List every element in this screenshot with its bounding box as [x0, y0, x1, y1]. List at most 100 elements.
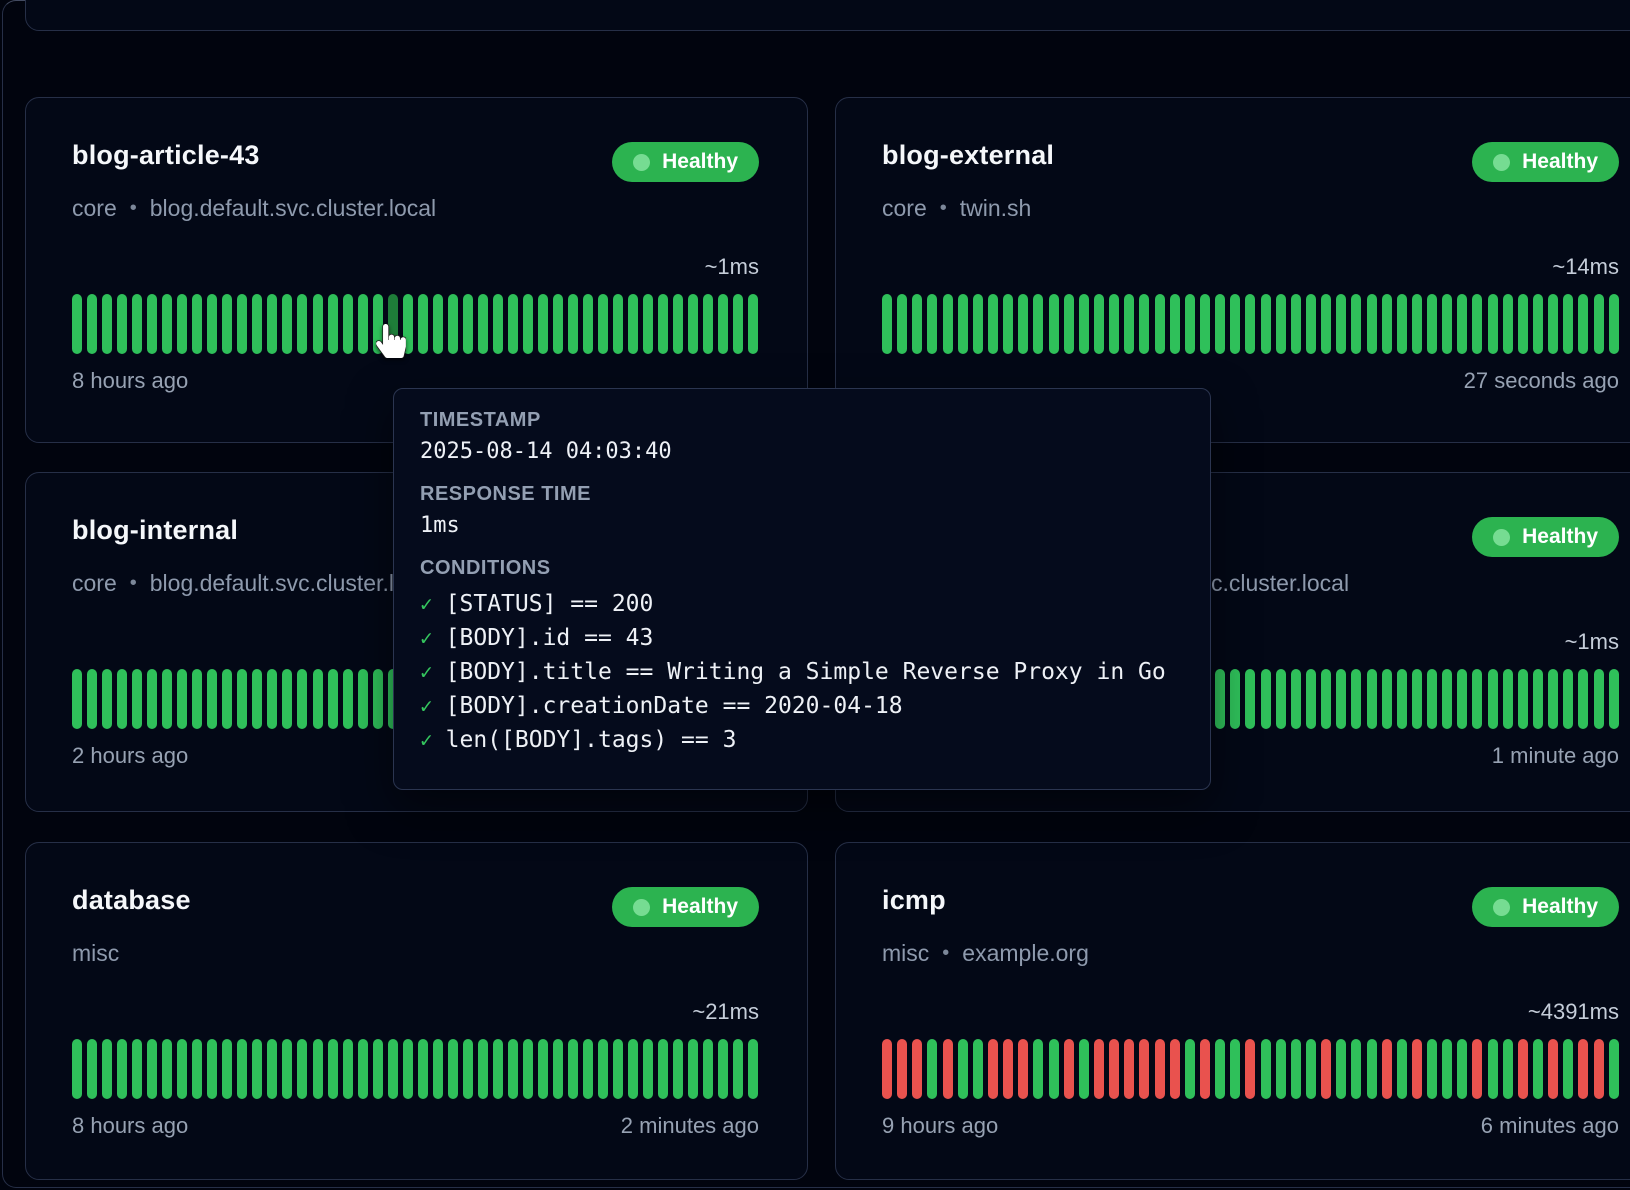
status-bar[interactable]	[927, 294, 937, 354]
status-bar[interactable]	[1261, 294, 1271, 354]
status-bar[interactable]	[177, 294, 187, 354]
status-bar[interactable]	[613, 294, 623, 354]
status-bar[interactable]	[177, 1039, 187, 1099]
status-bar[interactable]	[1457, 294, 1467, 354]
status-bar[interactable]	[373, 669, 383, 729]
status-bar[interactable]	[553, 294, 563, 354]
status-bar[interactable]	[673, 1039, 683, 1099]
status-bar[interactable]	[207, 1039, 217, 1099]
status-bar[interactable]	[267, 294, 277, 354]
status-bar[interactable]	[1336, 1039, 1346, 1099]
status-bar[interactable]	[1215, 669, 1225, 729]
card-icmp[interactable]: icmp misc • example.org Healthy ~4391ms …	[835, 842, 1630, 1180]
status-bar[interactable]	[1594, 669, 1604, 729]
status-bar[interactable]	[673, 294, 683, 354]
status-bar[interactable]	[1533, 1039, 1543, 1099]
status-bar[interactable]	[343, 669, 353, 729]
status-bar[interactable]	[1261, 1039, 1271, 1099]
status-bar[interactable]	[313, 1039, 323, 1099]
status-bar[interactable]	[1094, 1039, 1104, 1099]
status-bar[interactable]	[282, 1039, 292, 1099]
card-database[interactable]: database misc Healthy ~21ms 8 hours ago …	[25, 842, 808, 1180]
status-bar[interactable]	[1245, 669, 1255, 729]
status-bar[interactable]	[1033, 294, 1043, 354]
status-bar[interactable]	[598, 294, 608, 354]
status-bar[interactable]	[1185, 294, 1195, 354]
status-bar[interactable]	[1412, 294, 1422, 354]
status-bar[interactable]	[748, 294, 758, 354]
status-bar[interactable]	[463, 1039, 473, 1099]
status-bar[interactable]	[1200, 294, 1210, 354]
status-bar[interactable]	[252, 294, 262, 354]
status-bar[interactable]	[478, 1039, 488, 1099]
status-bar[interactable]	[222, 669, 232, 729]
status-bar[interactable]	[1503, 1039, 1513, 1099]
status-bar[interactable]	[117, 669, 127, 729]
status-bar[interactable]	[1336, 294, 1346, 354]
status-bar[interactable]	[328, 294, 338, 354]
status-bar[interactable]	[1215, 294, 1225, 354]
status-bar[interactable]	[1412, 1039, 1422, 1099]
status-bar[interactable]	[583, 1039, 593, 1099]
status-bar[interactable]	[1412, 669, 1422, 729]
status-bar[interactable]	[1533, 669, 1543, 729]
status-bar[interactable]	[1563, 669, 1573, 729]
status-bar[interactable]	[1170, 294, 1180, 354]
status-bar[interactable]	[192, 294, 202, 354]
status-bar[interactable]	[1548, 669, 1558, 729]
status-bar[interactable]	[1457, 669, 1467, 729]
status-bar[interactable]	[1488, 669, 1498, 729]
status-bar[interactable]	[882, 1039, 892, 1099]
status-bar[interactable]	[1124, 294, 1134, 354]
status-bar[interactable]	[897, 1039, 907, 1099]
status-bar[interactable]	[1230, 669, 1240, 729]
status-bar[interactable]	[282, 294, 292, 354]
status-bar[interactable]	[1503, 294, 1513, 354]
status-bar[interactable]	[237, 669, 247, 729]
status-bar[interactable]	[598, 1039, 608, 1099]
status-bar[interactable]	[1533, 294, 1543, 354]
status-bar[interactable]	[237, 294, 247, 354]
status-bar[interactable]	[493, 1039, 503, 1099]
status-bar[interactable]	[1488, 1039, 1498, 1099]
status-bar[interactable]	[1291, 294, 1301, 354]
status-bar[interactable]	[252, 669, 262, 729]
status-bar[interactable]	[1261, 669, 1271, 729]
status-bar[interactable]	[403, 1039, 413, 1099]
status-bar[interactable]	[1155, 1039, 1165, 1099]
status-bar[interactable]	[117, 294, 127, 354]
status-bar[interactable]	[147, 294, 157, 354]
status-bar[interactable]	[628, 294, 638, 354]
status-bar[interactable]	[1276, 669, 1286, 729]
status-bar[interactable]	[1578, 1039, 1588, 1099]
status-bar[interactable]	[1245, 1039, 1255, 1099]
status-bar[interactable]	[688, 1039, 698, 1099]
status-bar[interactable]	[297, 294, 307, 354]
status-bar[interactable]	[508, 294, 518, 354]
status-bar[interactable]	[1003, 1039, 1013, 1099]
status-bar[interactable]	[358, 669, 368, 729]
status-bar[interactable]	[882, 294, 892, 354]
status-bar[interactable]	[222, 1039, 232, 1099]
status-bar[interactable]	[117, 1039, 127, 1099]
status-bar[interactable]	[988, 294, 998, 354]
status-bar[interactable]	[568, 1039, 578, 1099]
status-bar[interactable]	[1472, 669, 1482, 729]
status-bar[interactable]	[102, 1039, 112, 1099]
status-bar[interactable]	[267, 1039, 277, 1099]
status-bar[interactable]	[658, 1039, 668, 1099]
status-bar[interactable]	[1563, 294, 1573, 354]
status-bar[interactable]	[1351, 294, 1361, 354]
status-bar[interactable]	[1367, 669, 1377, 729]
status-bar[interactable]	[703, 294, 713, 354]
status-bar[interactable]	[1276, 1039, 1286, 1099]
status-bar[interactable]	[1018, 1039, 1028, 1099]
status-bar[interactable]	[643, 1039, 653, 1099]
status-bar[interactable]	[943, 1039, 953, 1099]
status-bar[interactable]	[988, 1039, 998, 1099]
status-bar[interactable]	[973, 294, 983, 354]
status-bar[interactable]	[1306, 294, 1316, 354]
status-bar[interactable]	[418, 294, 428, 354]
status-bar[interactable]	[147, 1039, 157, 1099]
status-bar[interactable]	[313, 669, 323, 729]
